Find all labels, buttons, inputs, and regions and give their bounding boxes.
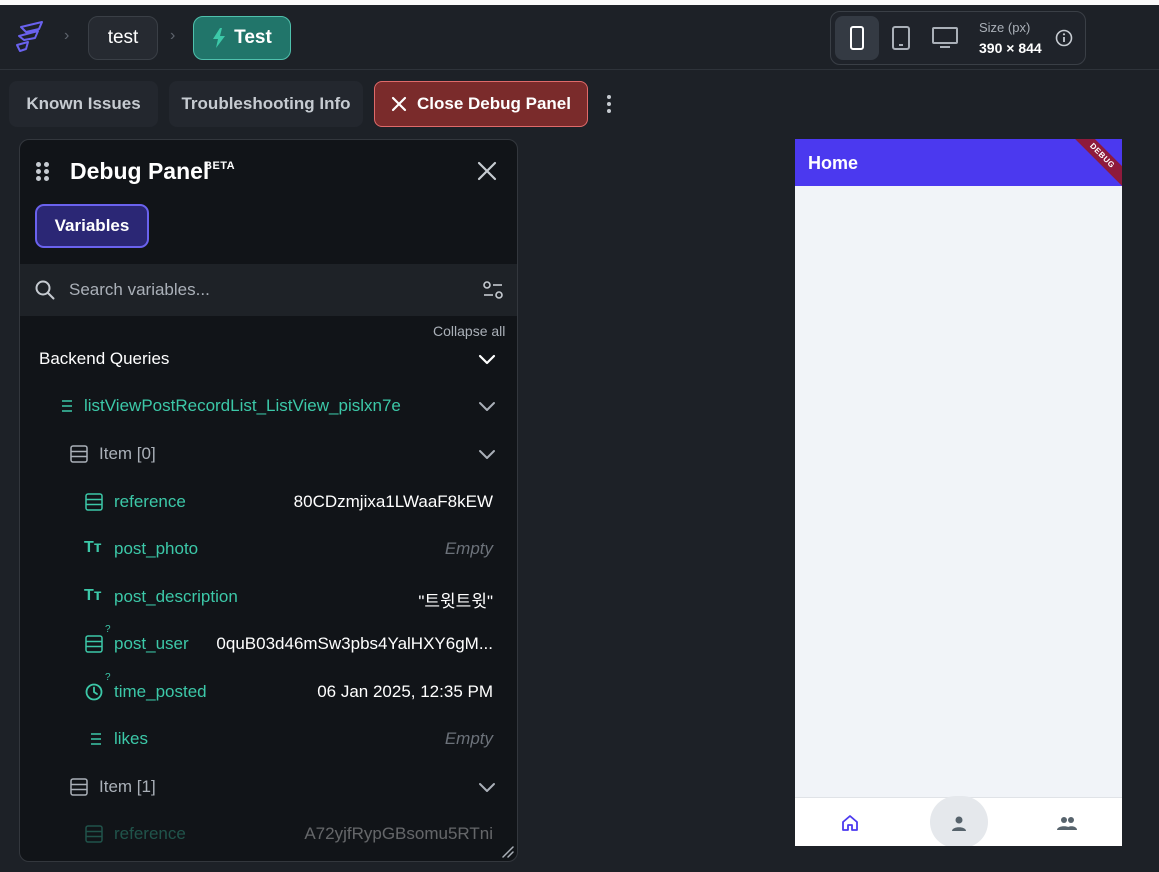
- flutterflow-logo-icon[interactable]: [12, 19, 48, 55]
- breadcrumb-chevron-icon: ›: [64, 27, 70, 44]
- nav-item-home[interactable]: [820, 798, 880, 846]
- search-bar: [20, 264, 517, 316]
- variable-value: 0quB03d46mSw3pbs4YalHXY6gM...: [216, 634, 493, 653]
- person-icon: [952, 816, 966, 831]
- database-icon: [85, 635, 103, 653]
- variable-name: reference: [114, 824, 186, 843]
- database-icon: [85, 493, 103, 511]
- section-backend-queries[interactable]: Backend Queries: [20, 339, 517, 379]
- list-icon: [62, 400, 72, 412]
- text-type-icon: Tт: [84, 587, 102, 604]
- device-preview: Home DEBUG: [795, 139, 1122, 846]
- variable-value: "트윗트윗": [418, 592, 493, 611]
- section-label: Backend Queries: [39, 349, 170, 368]
- variable-name: post_user: [114, 634, 189, 653]
- database-icon: [85, 825, 103, 843]
- variable-name: post_description: [114, 587, 238, 606]
- nav-item-friends[interactable]: [1037, 798, 1097, 846]
- item-label: Item [1]: [99, 777, 156, 796]
- variable-row-likes[interactable]: likes Empty: [20, 719, 517, 759]
- variable-value: 06 Jan 2025, 12:35 PM: [317, 682, 493, 701]
- tab-variables[interactable]: Variables: [35, 204, 149, 248]
- debug-panel-title: Debug Panel: [70, 158, 210, 184]
- info-icon[interactable]: [1055, 29, 1073, 47]
- chevron-down-icon: [478, 354, 496, 365]
- known-issues-button[interactable]: Known Issues: [9, 81, 158, 127]
- variable-value: A72yjfRypGBsomu5RTni: [304, 824, 493, 843]
- collapse-all-button[interactable]: Collapse all: [433, 323, 505, 339]
- debug-panel: Debug Panel BETA Variables Collapse all …: [19, 139, 518, 862]
- page-title: Home: [808, 153, 859, 173]
- troubleshooting-info-button[interactable]: Troubleshooting Info: [169, 81, 363, 127]
- resize-handle-icon[interactable]: [501, 845, 515, 859]
- test-mode-button[interactable]: Test: [193, 16, 291, 60]
- phone-device-button[interactable]: [835, 16, 879, 60]
- list-variable-label: listViewPostRecordList_ListView_pislxn7e: [84, 396, 401, 415]
- phone-icon: [850, 26, 864, 50]
- variable-value: Empty: [444, 729, 493, 748]
- chevron-down-icon: [479, 783, 495, 792]
- desktop-icon: [932, 27, 958, 48]
- chevron-down-icon: [479, 450, 495, 459]
- search-icon: [35, 280, 55, 300]
- variable-name: likes: [114, 729, 149, 748]
- close-panel-icon[interactable]: [476, 160, 498, 182]
- variable-name: post_photo: [114, 539, 199, 558]
- variable-row-reference[interactable]: reference 80CDzmjixa1LWaaF8kEW: [20, 482, 517, 522]
- breadcrumb-project-button[interactable]: test: [88, 16, 158, 60]
- variable-name: reference: [114, 492, 186, 511]
- breadcrumb-project-label: test: [107, 27, 139, 48]
- clock-icon: [85, 683, 103, 701]
- size-label: Size (px): [979, 20, 1031, 35]
- chevron-down-icon: [479, 402, 495, 411]
- list-variable-row[interactable]: listViewPostRecordList_ListView_pislxn7e: [20, 386, 517, 426]
- list-item[interactable]: Item [1]: [20, 767, 517, 807]
- variable-row-reference[interactable]: reference A72yjfRypGBsomu5RTni: [20, 814, 517, 854]
- group-icon: [1057, 816, 1077, 830]
- bottom-nav-bar: [795, 796, 1122, 846]
- nav-item-profile[interactable]: [929, 798, 989, 846]
- home-icon: [842, 814, 858, 831]
- close-debug-panel-label: Close Debug Panel: [417, 94, 571, 113]
- device-size-selector: Size (px) 390 × 844: [830, 11, 1086, 65]
- variable-row-post-photo[interactable]: Tт post_photo Empty: [20, 529, 517, 569]
- optional-marker: ?: [105, 672, 111, 683]
- size-value[interactable]: 390 × 844: [979, 40, 1042, 56]
- beta-badge: BETA: [204, 160, 236, 172]
- variable-name: time_posted: [114, 682, 207, 701]
- variable-row-post-description[interactable]: Tт post_description "트윗트윗": [20, 577, 517, 617]
- lightning-bolt-icon: [213, 28, 226, 48]
- known-issues-label: Known Issues: [26, 94, 141, 113]
- database-icon: [70, 778, 88, 796]
- tab-variables-label: Variables: [54, 216, 130, 235]
- test-mode-label: Test: [234, 27, 272, 48]
- database-icon: [70, 445, 88, 463]
- close-debug-panel-button[interactable]: Close Debug Panel: [374, 81, 588, 127]
- tablet-icon: [892, 26, 910, 50]
- variable-row-time-posted[interactable]: ? time_posted 06 Jan 2025, 12:35 PM: [20, 672, 517, 712]
- more-options-icon[interactable]: [600, 93, 618, 115]
- breadcrumb-chevron-icon: ›: [170, 27, 176, 44]
- troubleshooting-info-label: Troubleshooting Info: [181, 94, 351, 113]
- variable-row-post-user[interactable]: ? post_user 0quB03d46mSw3pbs4YalHXY6gM..…: [20, 624, 517, 664]
- drag-handle-icon[interactable]: [36, 162, 50, 182]
- close-icon: [391, 96, 407, 112]
- tablet-device-button[interactable]: [879, 16, 923, 60]
- optional-marker: ?: [105, 624, 111, 635]
- text-type-icon: Tт: [84, 539, 102, 556]
- variable-value: Empty: [444, 539, 493, 558]
- filter-icon[interactable]: [482, 280, 504, 300]
- list-icon: [91, 733, 101, 745]
- desktop-device-button[interactable]: [923, 16, 967, 60]
- search-variables-input[interactable]: [69, 278, 469, 302]
- variable-value: 80CDzmjixa1LWaaF8kEW: [293, 492, 493, 511]
- item-label: Item [0]: [99, 444, 156, 463]
- top-bar: › test › Test Size (px) 390 × 844: [0, 5, 1159, 70]
- list-item[interactable]: Item [0]: [20, 434, 517, 474]
- app-bar: Home: [795, 139, 1122, 186]
